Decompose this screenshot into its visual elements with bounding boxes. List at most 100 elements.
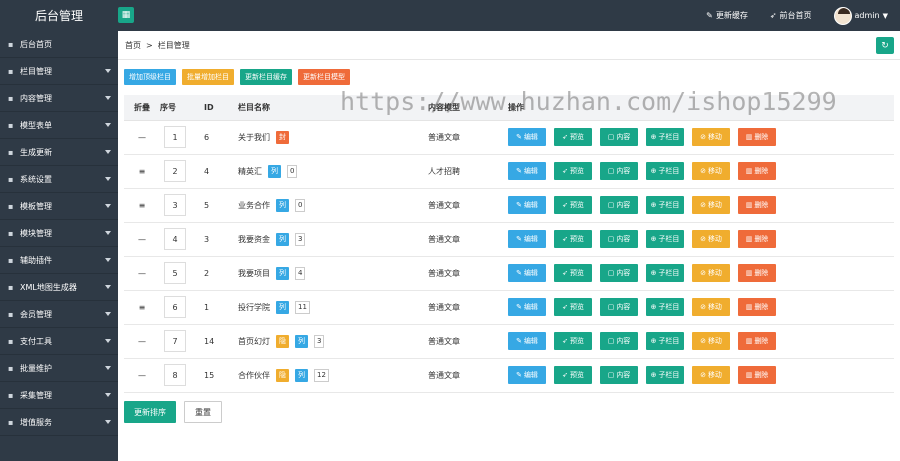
subcategory-button[interactable]: ⊕ 子栏目 bbox=[646, 230, 684, 248]
edit-button[interactable]: ✎ 编辑 bbox=[508, 230, 546, 248]
sort-input[interactable]: 8 bbox=[164, 364, 186, 386]
edit-button[interactable]: ✎ 编辑 bbox=[508, 162, 546, 180]
delete-button[interactable]: ▥ 删除 bbox=[738, 128, 776, 146]
fold-toggle[interactable]: — bbox=[124, 120, 160, 155]
delete-button[interactable]: ▥ 删除 bbox=[738, 264, 776, 282]
category-name[interactable]: 首页幻灯 bbox=[238, 336, 270, 347]
preview-button[interactable]: ➶ 预览 bbox=[554, 196, 592, 214]
reset-button[interactable]: 重置 bbox=[184, 401, 222, 423]
refresh-button[interactable]: ↻ bbox=[876, 37, 894, 54]
sidebar-item[interactable]: ▪ 增值服务 bbox=[0, 409, 118, 436]
move-button[interactable]: ⊘ 移动 bbox=[692, 298, 730, 316]
fold-toggle[interactable]: ≡ bbox=[124, 154, 160, 189]
sort-input[interactable]: 2 bbox=[164, 160, 186, 182]
subcategory-button[interactable]: ⊕ 子栏目 bbox=[646, 366, 684, 384]
preview-button[interactable]: ➶ 预览 bbox=[554, 230, 592, 248]
delete-button[interactable]: ▥ 删除 bbox=[738, 298, 776, 316]
sidebar-item[interactable]: ▪ 模块管理 bbox=[0, 220, 118, 247]
category-name[interactable]: 我要资金 bbox=[238, 234, 270, 245]
sort-input[interactable]: 3 bbox=[164, 194, 186, 216]
delete-button[interactable]: ▥ 删除 bbox=[738, 196, 776, 214]
fold-toggle[interactable]: — bbox=[124, 358, 160, 393]
user-menu[interactable]: admin ▼ bbox=[833, 6, 888, 25]
sidebar-item[interactable]: ▪ 批量维护 bbox=[0, 355, 118, 382]
sidebar-item[interactable]: ▪ XML地图生成器 bbox=[0, 274, 118, 301]
update-category-model-button[interactable]: 更新栏目模型 bbox=[298, 69, 350, 85]
delete-button[interactable]: ▥ 删除 bbox=[738, 366, 776, 384]
move-button[interactable]: ⊘ 移动 bbox=[692, 128, 730, 146]
subcategory-button[interactable]: ⊕ 子栏目 bbox=[646, 264, 684, 282]
edit-button[interactable]: ✎ 编辑 bbox=[508, 196, 546, 214]
move-button[interactable]: ⊘ 移动 bbox=[692, 162, 730, 180]
sidebar-item[interactable]: ▪ 会员管理 bbox=[0, 301, 118, 328]
category-name[interactable]: 精英汇 bbox=[238, 166, 262, 177]
update-category-cache-button[interactable]: 更新栏目缓存 bbox=[240, 69, 292, 85]
move-button[interactable]: ⊘ 移动 bbox=[692, 366, 730, 384]
category-name[interactable]: 关于我们 bbox=[238, 132, 270, 143]
delete-button[interactable]: ▥ 删除 bbox=[738, 230, 776, 248]
edit-button[interactable]: ✎ 编辑 bbox=[508, 366, 546, 384]
preview-button[interactable]: ➶ 预览 bbox=[554, 162, 592, 180]
edit-button[interactable]: ✎ 编辑 bbox=[508, 128, 546, 146]
fold-toggle[interactable]: — bbox=[124, 222, 160, 257]
sidebar-item[interactable]: ▪ 系统设置 bbox=[0, 166, 118, 193]
category-name[interactable]: 合作伙伴 bbox=[238, 370, 270, 381]
fold-toggle[interactable]: — bbox=[124, 256, 160, 291]
content-button[interactable]: ▢ 内容 bbox=[600, 196, 638, 214]
update-sort-button[interactable]: 更新排序 bbox=[124, 401, 176, 423]
sidebar-item[interactable]: ▪ 生成更新 bbox=[0, 139, 118, 166]
edit-button[interactable]: ✎ 编辑 bbox=[508, 332, 546, 350]
sort-input[interactable]: 1 bbox=[164, 126, 186, 148]
sort-input[interactable]: 4 bbox=[164, 228, 186, 250]
subcategory-button[interactable]: ⊕ 子栏目 bbox=[646, 162, 684, 180]
sort-input[interactable]: 6 bbox=[164, 296, 186, 318]
content-button[interactable]: ▢ 内容 bbox=[600, 128, 638, 146]
preview-button[interactable]: ➶ 预览 bbox=[554, 128, 592, 146]
preview-button[interactable]: ➶ 预览 bbox=[554, 366, 592, 384]
sort-input[interactable]: 5 bbox=[164, 262, 186, 284]
fold-toggle[interactable]: — bbox=[124, 324, 160, 359]
move-button[interactable]: ⊘ 移动 bbox=[692, 332, 730, 350]
sort-input[interactable]: 7 bbox=[164, 330, 186, 352]
move-button[interactable]: ⊘ 移动 bbox=[692, 196, 730, 214]
move-button[interactable]: ⊘ 移动 bbox=[692, 264, 730, 282]
subcategory-button[interactable]: ⊕ 子栏目 bbox=[646, 332, 684, 350]
preview-button[interactable]: ➶ 预览 bbox=[554, 264, 592, 282]
edit-button[interactable]: ✎ 编辑 bbox=[508, 264, 546, 282]
delete-button[interactable]: ▥ 删除 bbox=[738, 332, 776, 350]
sidebar-item[interactable]: ▪ 内容管理 bbox=[0, 85, 118, 112]
category-name[interactable]: 投行学院 bbox=[238, 302, 270, 313]
move-button[interactable]: ⊘ 移动 bbox=[692, 230, 730, 248]
category-name[interactable]: 业务合作 bbox=[238, 200, 270, 211]
subcategory-button[interactable]: ⊕ 子栏目 bbox=[646, 128, 684, 146]
content-button[interactable]: ▢ 内容 bbox=[600, 366, 638, 384]
preview-button[interactable]: ➶ 预览 bbox=[554, 298, 592, 316]
category-name[interactable]: 我要项目 bbox=[238, 268, 270, 279]
delete-button[interactable]: ▥ 删除 bbox=[738, 162, 776, 180]
batch-add-category-button[interactable]: 批量增加栏目 bbox=[182, 69, 234, 85]
content-button[interactable]: ▢ 内容 bbox=[600, 162, 638, 180]
subcategory-button[interactable]: ⊕ 子栏目 bbox=[646, 196, 684, 214]
menu-toggle-icon[interactable]: ▦ bbox=[118, 7, 134, 23]
breadcrumb-home[interactable]: 首页 bbox=[125, 40, 141, 51]
content-button[interactable]: ▢ 内容 bbox=[600, 230, 638, 248]
subcategory-button[interactable]: ⊕ 子栏目 bbox=[646, 298, 684, 316]
fold-toggle[interactable]: ≡ bbox=[124, 290, 160, 325]
sidebar-item[interactable]: ▪ 支付工具 bbox=[0, 328, 118, 355]
content-button[interactable]: ▢ 内容 bbox=[600, 264, 638, 282]
fold-toggle[interactable]: ≡ bbox=[124, 188, 160, 223]
edit-button[interactable]: ✎ 编辑 bbox=[508, 298, 546, 316]
content-button[interactable]: ▢ 内容 bbox=[600, 332, 638, 350]
sidebar-item[interactable]: ▪ 辅助插件 bbox=[0, 247, 118, 274]
add-top-category-button[interactable]: 增加顶级栏目 bbox=[124, 69, 176, 85]
sidebar-item[interactable]: ▪ 模型表单 bbox=[0, 112, 118, 139]
sidebar-item[interactable]: ▪ 后台首页 bbox=[0, 31, 118, 58]
sidebar-item[interactable]: ▪ 栏目管理 bbox=[0, 58, 118, 85]
sidebar-item[interactable]: ▪ 模板管理 bbox=[0, 193, 118, 220]
preview-button[interactable]: ➶ 预览 bbox=[554, 332, 592, 350]
frontend-home-link[interactable]: ➶ 前台首页 bbox=[770, 10, 812, 21]
update-cache-link[interactable]: ✎ 更新缓存 bbox=[706, 10, 748, 21]
refresh-icon: ↻ bbox=[881, 40, 889, 51]
sidebar-item[interactable]: ▪ 采集管理 bbox=[0, 382, 118, 409]
content-button[interactable]: ▢ 内容 bbox=[600, 298, 638, 316]
